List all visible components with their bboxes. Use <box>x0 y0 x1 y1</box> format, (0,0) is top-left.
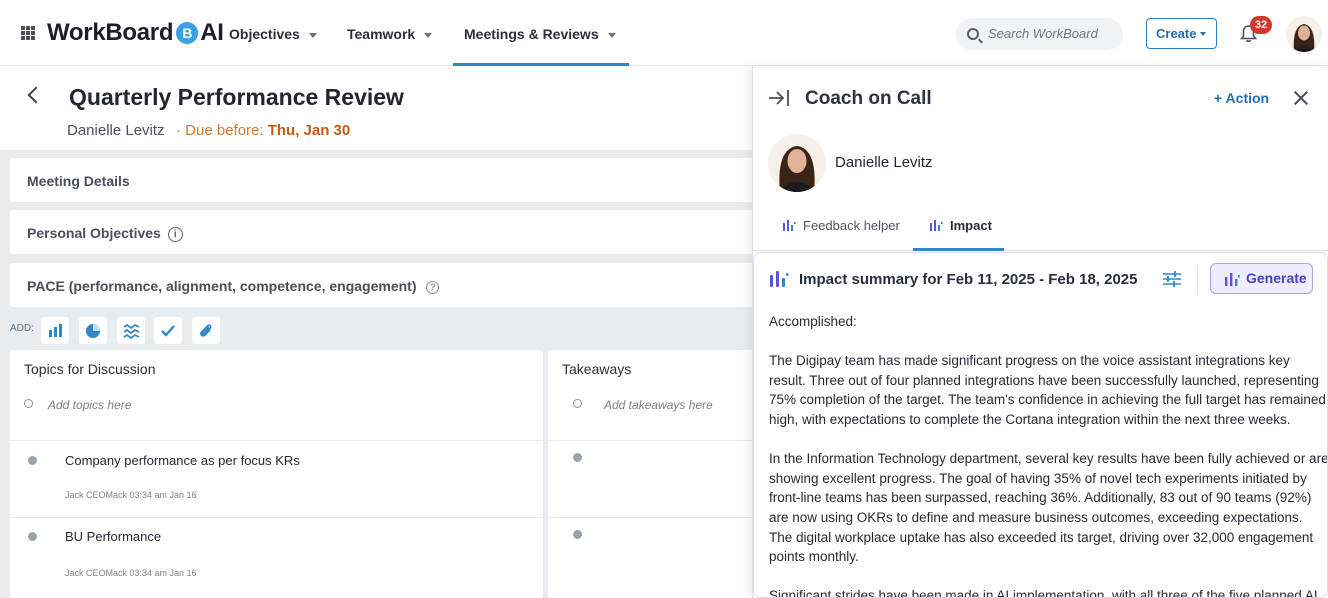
bullet-icon <box>573 530 582 539</box>
impact-summary-title: Impact summary for Feb 11, 2025 - Feb 18… <box>799 271 1138 288</box>
sparkle-bars-icon <box>930 220 943 231</box>
user-avatar[interactable] <box>1286 16 1322 52</box>
logo-badge: B <box>176 22 199 44</box>
close-icon[interactable] <box>1293 90 1309 106</box>
nav-meetings-label: Meetings & Reviews <box>464 26 599 42</box>
add-attachment-button[interactable] <box>192 317 220 344</box>
divider <box>1197 267 1198 293</box>
add-waves-button[interactable] <box>117 317 145 344</box>
help-icon[interactable]: ? <box>426 280 440 294</box>
check-icon <box>161 325 175 337</box>
generate-label: Generate <box>1246 270 1307 286</box>
nav-teamwork[interactable]: Teamwork <box>347 0 433 66</box>
due-prefix: · Due before: <box>176 122 268 139</box>
nav-objectives-label: Objectives <box>229 26 300 42</box>
coach-panel: Coach on Call + Action Danielle Levitz F… <box>752 66 1328 598</box>
section-pace[interactable]: PACE (performance, alignment, competence… <box>10 263 760 307</box>
due-date-line: · Due before: Thu, Jan 30 <box>176 122 350 139</box>
person-name: Danielle Levitz <box>835 154 933 171</box>
search-placeholder: Search WorkBoard <box>988 26 1098 41</box>
nav-objectives[interactable]: Objectives <box>229 0 317 66</box>
due-date: Thu, Jan 30 <box>267 122 351 139</box>
tab-label: Impact <box>950 218 992 233</box>
attachment-icon <box>200 324 212 337</box>
chevron-down-icon <box>1200 32 1206 36</box>
section-label: Personal Objectives <box>27 225 161 241</box>
page-title: Quarterly Performance Review <box>69 84 404 110</box>
back-arrow-icon[interactable] <box>27 86 45 104</box>
topic-item-meta: Jack CEOMack 03:34 am Jan 16 <box>65 568 197 578</box>
bullet-icon <box>28 532 37 541</box>
add-bar-chart-button[interactable] <box>41 317 69 344</box>
logo-suffix: AI <box>200 19 224 46</box>
tab-label: Feedback helper <box>803 218 900 233</box>
generate-button[interactable]: Generate <box>1210 263 1313 294</box>
coach-title: Coach on Call <box>805 88 932 109</box>
topic-item-text[interactable]: BU Performance <box>65 529 161 544</box>
impact-summary-body: Accomplished: The Digipay team has made … <box>769 312 1328 598</box>
chevron-down-icon <box>424 32 433 38</box>
pie-chart-icon <box>86 324 100 338</box>
person-avatar <box>768 134 826 192</box>
sparkle-bars-icon <box>783 220 796 231</box>
page-header: Quarterly Performance Review Danielle Le… <box>0 66 760 150</box>
section-personal-objectives[interactable]: Personal Objectives i <box>10 210 760 254</box>
meeting-owner: Danielle Levitz <box>67 122 165 139</box>
top-nav: WorkBoard B AI Objectives Teamwork Meeti… <box>0 0 1328 66</box>
nav-meetings-reviews[interactable]: Meetings & Reviews <box>453 0 629 66</box>
info-icon[interactable]: i <box>167 226 183 242</box>
divider <box>548 440 760 441</box>
bullet-icon <box>28 456 37 465</box>
workboard-logo[interactable]: WorkBoard B AI <box>47 19 224 47</box>
summary-paragraph: Accomplished: <box>769 314 857 329</box>
topic-item-text[interactable]: Company performance as per focus KRs <box>65 453 300 468</box>
avatar-image <box>768 134 826 192</box>
tab-feedback-helper[interactable]: Feedback helper <box>782 218 900 233</box>
topic-item-meta: Jack CEOMack 03:34 am Jan 16 <box>65 490 197 500</box>
add-label: ADD: <box>10 323 34 334</box>
chevron-down-icon <box>308 32 317 38</box>
active-tab-indicator <box>913 248 1004 251</box>
impact-summary-card: Impact summary for Feb 11, 2025 - Feb 18… <box>753 252 1328 598</box>
tab-divider <box>753 250 1328 251</box>
divider <box>10 517 543 518</box>
add-pie-chart-button[interactable] <box>79 317 107 344</box>
chevron-down-icon <box>607 32 616 38</box>
circle-icon <box>24 399 33 408</box>
tab-impact[interactable]: Impact <box>929 218 992 233</box>
notification-count-badge[interactable]: 32 <box>1250 16 1272 34</box>
create-button[interactable]: Create <box>1146 18 1217 49</box>
nav-teamwork-label: Teamwork <box>347 26 416 42</box>
filter-settings-icon[interactable] <box>1162 270 1182 288</box>
add-topic-input[interactable]: Add topics here <box>48 398 131 412</box>
add-task-button[interactable] <box>154 317 182 344</box>
waves-icon <box>123 323 140 339</box>
takeaways-title: Takeaways <box>562 361 632 377</box>
add-action-button[interactable]: + Action <box>1214 90 1269 106</box>
logo-text: WorkBoard <box>47 19 174 46</box>
summary-paragraph: The Digipay team has made significant pr… <box>769 353 1326 427</box>
divider <box>548 517 760 518</box>
circle-icon <box>573 399 582 408</box>
add-takeaway-input[interactable]: Add takeaways here <box>604 398 713 412</box>
sparkle-bars-icon <box>1225 273 1240 286</box>
topics-panel: Topics for Discussion Add topics here Co… <box>10 350 543 598</box>
create-label: Create <box>1156 26 1197 41</box>
summary-paragraph: In the Information Technology department… <box>769 451 1328 565</box>
summary-paragraph: Significant strides have been made in AI… <box>769 588 1318 598</box>
section-label: Meeting Details <box>27 173 130 189</box>
impact-ai-icon <box>770 271 789 287</box>
collapse-panel-icon[interactable] <box>768 89 790 107</box>
avatar-image <box>1286 16 1322 52</box>
search-icon <box>967 28 979 40</box>
search-input[interactable]: Search WorkBoard <box>956 18 1123 50</box>
topics-title: Topics for Discussion <box>24 361 156 377</box>
takeaways-panel: Takeaways Add takeaways here <box>548 350 760 598</box>
bar-chart-icon <box>49 324 62 337</box>
section-meeting-details[interactable]: Meeting Details <box>10 158 760 202</box>
divider <box>10 440 543 441</box>
bullet-icon <box>573 453 582 462</box>
apps-grid-icon[interactable] <box>21 26 35 40</box>
section-label: PACE (performance, alignment, competence… <box>27 278 417 294</box>
